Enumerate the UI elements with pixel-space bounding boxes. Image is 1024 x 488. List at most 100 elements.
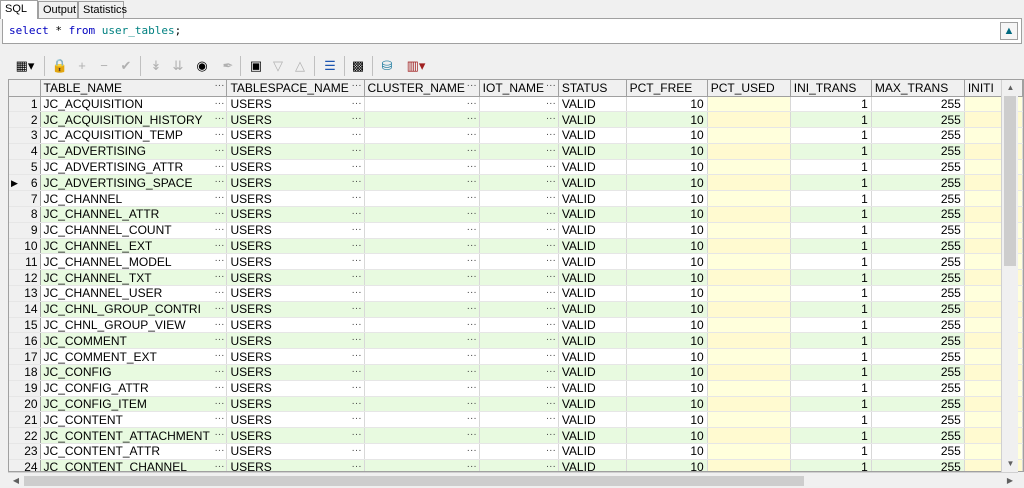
- cell-table-name[interactable]: JC_CONFIG_ATTR ···: [40, 380, 228, 397]
- cell-ini-trans[interactable]: 1: [790, 127, 872, 144]
- cell-max-trans[interactable]: 255: [871, 253, 965, 271]
- cell-pct-free[interactable]: 10: [626, 111, 708, 129]
- cell-pct-free[interactable]: 10: [626, 174, 708, 192]
- cell-cluster-name[interactable]: ···: [364, 159, 480, 176]
- cell-max-trans[interactable]: 255: [871, 443, 965, 460]
- cell-pct-used[interactable]: [707, 222, 791, 239]
- row-number[interactable]: 12: [9, 269, 41, 287]
- cell-ellipsis-button[interactable]: ···: [214, 270, 224, 284]
- cell-iot-name[interactable]: ···: [479, 364, 559, 381]
- table-row[interactable]: 16 JC_COMMENT ··· USERS ··· ··· ··· VALID 10 1 255: [9, 332, 1023, 350]
- cell-cluster-name[interactable]: ···: [364, 96, 480, 113]
- cell-pct-used[interactable]: [707, 411, 791, 429]
- cell-ellipsis-button[interactable]: ···: [214, 381, 224, 395]
- cell-ellipsis-button[interactable]: ···: [467, 428, 477, 442]
- binoculars-icon[interactable]: ◉: [192, 56, 212, 76]
- cell-cluster-name[interactable]: ···: [364, 143, 480, 160]
- cell-table-name[interactable]: JC_ADVERTISING ···: [40, 143, 228, 160]
- cell-pct-used[interactable]: [707, 459, 791, 471]
- cell-ellipsis-button[interactable]: ···: [546, 444, 556, 458]
- cell-status[interactable]: VALID: [558, 411, 627, 429]
- cell-ellipsis-button[interactable]: ···: [352, 302, 362, 316]
- cell-ellipsis-button[interactable]: ···: [352, 223, 362, 237]
- row-number[interactable]: 13: [9, 285, 41, 302]
- cell-tablespace-name[interactable]: USERS ···: [226, 443, 365, 460]
- cell-table-name[interactable]: JC_COMMENT ···: [40, 332, 228, 350]
- table-row[interactable]: 23 JC_CONTENT_ATTR ··· USERS ··· ··· ··· VALID 1…: [9, 443, 1023, 460]
- cell-iot-name[interactable]: ···: [479, 238, 559, 255]
- cell-max-trans[interactable]: 255: [871, 411, 965, 429]
- cell-ellipsis-button[interactable]: ···: [467, 412, 477, 426]
- cell-tablespace-name[interactable]: USERS ···: [226, 396, 365, 413]
- cell-ellipsis-button[interactable]: ···: [352, 428, 362, 442]
- row-number[interactable]: 20: [9, 396, 41, 413]
- cell-ini-trans[interactable]: 1: [790, 443, 872, 460]
- cell-ellipsis-button[interactable]: ···: [214, 286, 224, 300]
- cell-ellipsis-button[interactable]: ···: [352, 97, 362, 111]
- cell-ellipsis-button[interactable]: ···: [467, 97, 477, 111]
- cell-tablespace-name[interactable]: USERS ···: [226, 253, 365, 271]
- cell-tablespace-name[interactable]: USERS ···: [226, 269, 365, 287]
- arrow-up-icon[interactable]: ▲: [1000, 22, 1018, 40]
- row-number[interactable]: 4: [9, 143, 41, 160]
- cell-iot-name[interactable]: ···: [479, 159, 559, 176]
- horizontal-scrollbar[interactable]: ◀ ▶: [8, 472, 1018, 488]
- cell-ellipsis-button[interactable]: ···: [467, 191, 477, 205]
- cell-table-name[interactable]: JC_CONTENT ···: [40, 411, 228, 429]
- cell-max-trans[interactable]: 255: [871, 317, 965, 334]
- cell-ini-trans[interactable]: 1: [790, 238, 872, 255]
- cell-table-name[interactable]: JC_CONTENT_CHANNEL ···: [40, 459, 228, 471]
- cell-ellipsis-button[interactable]: ···: [352, 191, 362, 205]
- cell-table-name[interactable]: JC_COMMENT_EXT ···: [40, 348, 228, 366]
- cell-ellipsis-button[interactable]: ···: [214, 191, 224, 205]
- cell-ini-trans[interactable]: 1: [790, 190, 872, 208]
- sql-editor[interactable]: select * from user_tables; ▲: [2, 18, 1022, 44]
- cell-ellipsis-button[interactable]: ···: [546, 112, 556, 126]
- export-icon[interactable]: ▣: [246, 56, 266, 76]
- cell-max-trans[interactable]: 255: [871, 143, 965, 160]
- cell-tablespace-name[interactable]: USERS ···: [226, 317, 365, 334]
- table-row[interactable]: 24 JC_CONTENT_CHANNEL ··· USERS ··· ··· ··· VAL…: [9, 459, 1023, 471]
- cell-iot-name[interactable]: ···: [479, 285, 559, 302]
- cell-ellipsis-button[interactable]: ···: [214, 365, 224, 379]
- cell-pct-used[interactable]: [707, 190, 791, 208]
- cell-table-name[interactable]: JC_CHANNEL ···: [40, 190, 228, 208]
- cell-pct-free[interactable]: 10: [626, 332, 708, 350]
- table-row[interactable]: 19 JC_CONFIG_ATTR ··· USERS ··· ··· ··· VALID 10…: [9, 380, 1023, 397]
- cell-pct-used[interactable]: [707, 301, 791, 318]
- cell-pct-used[interactable]: [707, 443, 791, 460]
- cell-ellipsis-button[interactable]: ···: [214, 207, 224, 221]
- cell-ellipsis-button[interactable]: ···: [214, 412, 224, 426]
- cell-ellipsis-button[interactable]: ···: [467, 223, 477, 237]
- table-row[interactable]: 12 JC_CHANNEL_TXT ··· USERS ··· ··· ··· VALID 10…: [9, 269, 1023, 287]
- cell-max-trans[interactable]: 255: [871, 380, 965, 397]
- cell-max-trans[interactable]: 255: [871, 127, 965, 144]
- column-header-table-name[interactable]: TABLE_NAME ···: [40, 80, 228, 97]
- column-header-status[interactable]: STATUS: [558, 80, 627, 97]
- cell-ellipsis-button[interactable]: ···: [214, 160, 224, 174]
- cell-ellipsis-button[interactable]: ···: [467, 444, 477, 458]
- cell-ellipsis-button[interactable]: ···: [352, 460, 362, 471]
- cell-pct-used[interactable]: [707, 253, 791, 271]
- cell-cluster-name[interactable]: ···: [364, 411, 480, 429]
- cell-ellipsis-button[interactable]: ···: [467, 270, 477, 284]
- cell-ini-trans[interactable]: 1: [790, 364, 872, 381]
- cell-tablespace-name[interactable]: USERS ···: [226, 332, 365, 350]
- column-header-cluster-name[interactable]: CLUSTER_NAME ···: [364, 80, 480, 97]
- cell-tablespace-name[interactable]: USERS ···: [226, 127, 365, 144]
- row-number[interactable]: 1: [9, 96, 41, 113]
- cell-table-name[interactable]: JC_ADVERTISING_SPACE ···: [40, 174, 228, 192]
- cell-ellipsis-button[interactable]: ···: [546, 239, 556, 253]
- column-header-max-trans[interactable]: MAX_TRANS: [871, 80, 965, 97]
- cell-status[interactable]: VALID: [558, 301, 627, 318]
- cell-cluster-name[interactable]: ···: [364, 174, 480, 192]
- cell-ellipsis-button[interactable]: ···: [546, 144, 556, 158]
- table-row[interactable]: ▶ 6 JC_ADVERTISING_SPACE ··· USERS ··· ··· ··· V…: [9, 174, 1023, 192]
- cell-status[interactable]: VALID: [558, 253, 627, 271]
- cell-ellipsis-button[interactable]: ···: [467, 160, 477, 174]
- cell-iot-name[interactable]: ···: [479, 411, 559, 429]
- cell-ini-trans[interactable]: 1: [790, 206, 872, 223]
- cell-ellipsis-button[interactable]: ···: [546, 381, 556, 395]
- cell-cluster-name[interactable]: ···: [364, 380, 480, 397]
- cell-ellipsis-button[interactable]: ···: [352, 112, 362, 126]
